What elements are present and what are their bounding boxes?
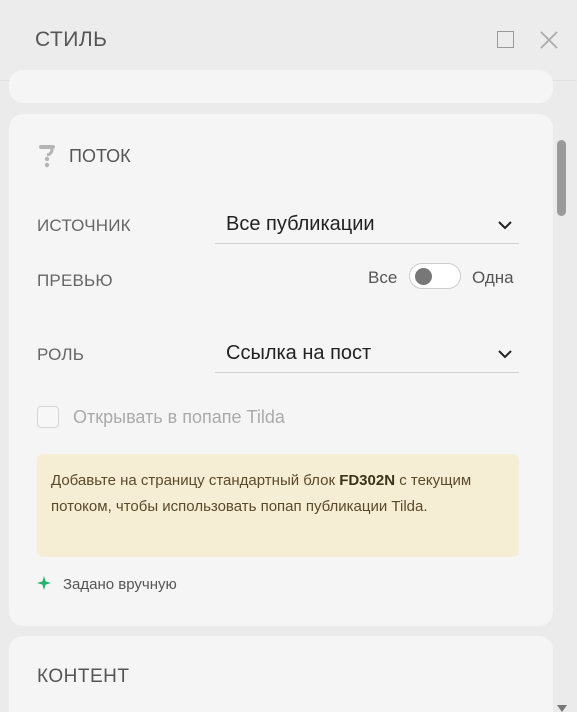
flow-icon xyxy=(37,142,59,168)
popup-checkbox[interactable] xyxy=(37,406,59,428)
preview-label: ПРЕВЬЮ xyxy=(37,271,113,290)
chevron-down-icon xyxy=(497,217,513,233)
source-label: ИСТОЧНИК xyxy=(37,216,131,235)
popup-checkbox-label: Открывать в попапе Tilda xyxy=(73,407,285,427)
section-title: ПОТОК xyxy=(69,146,131,166)
scrollbar-thumb[interactable] xyxy=(557,140,566,216)
panel-header: СТИЛЬ xyxy=(0,0,577,81)
notice-block-code: FD302N xyxy=(339,472,396,489)
scroll-down-arrow-icon[interactable] xyxy=(557,700,567,712)
panel-title: СТИЛЬ xyxy=(35,28,108,51)
sparkle-icon xyxy=(37,576,51,590)
chevron-down-icon xyxy=(497,346,513,362)
manual-text: Задано вручную xyxy=(63,576,177,593)
preview-option-all: Все xyxy=(368,268,398,287)
source-value: Все публикации xyxy=(226,213,375,235)
role-select[interactable]: Ссылка на пост xyxy=(215,336,519,373)
flow-section-card: ПОТОК ИСТОЧНИК Все публикации ПРЕВЬЮ Все… xyxy=(9,114,553,626)
close-icon[interactable] xyxy=(538,29,560,51)
style-panel: СТИЛЬ ПОТОК ИСТОЧНИК Все публикации ПРЕВ… xyxy=(0,0,577,712)
maximize-icon[interactable] xyxy=(497,31,514,48)
content-section-title: КОНТЕНТ xyxy=(37,666,130,687)
previous-section-card xyxy=(9,70,553,103)
toggle-knob xyxy=(415,268,432,285)
preview-option-one: Одна xyxy=(472,268,514,287)
notice-box: Добавьте на страницу стандартный блок FD… xyxy=(37,454,519,557)
notice-text-before: Добавьте на страницу стандартный блок xyxy=(51,472,340,489)
role-label: РОЛЬ xyxy=(37,345,85,364)
content-section-card[interactable]: КОНТЕНТ xyxy=(9,636,553,712)
preview-toggle[interactable] xyxy=(409,263,461,289)
role-value: Ссылка на пост xyxy=(226,342,372,364)
source-select[interactable]: Все публикации xyxy=(215,207,519,244)
